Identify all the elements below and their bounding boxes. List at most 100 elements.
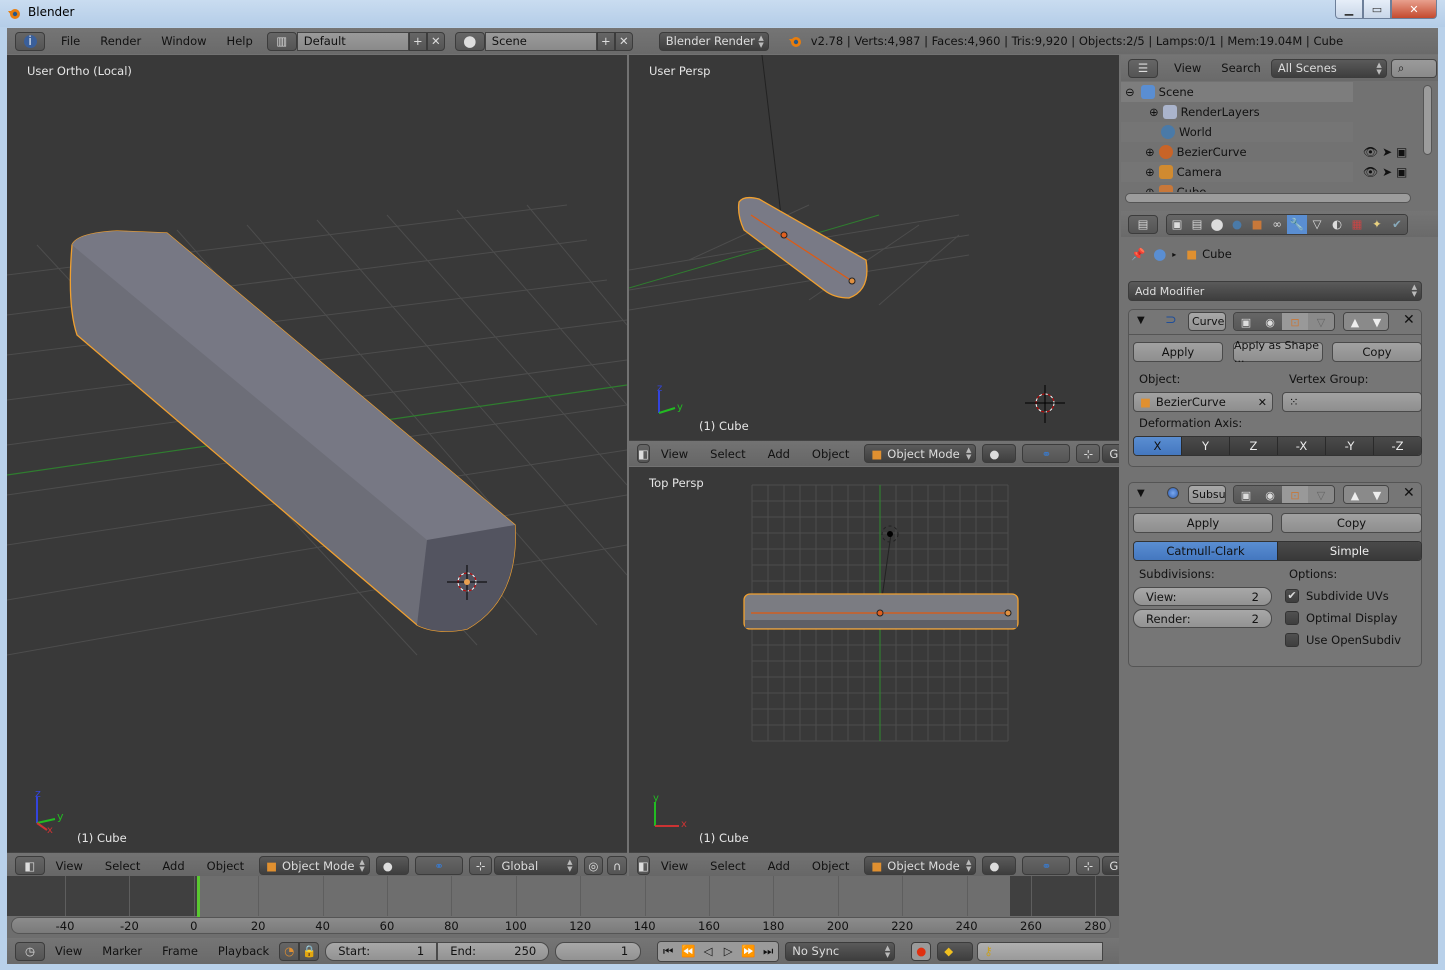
move-down-button[interactable]: ▼ bbox=[1366, 486, 1388, 503]
shading-dropdown[interactable]: ● bbox=[375, 856, 410, 875]
outliner-horizontal-scrollbar[interactable] bbox=[1125, 193, 1411, 203]
scene-name-field[interactable]: Scene bbox=[484, 31, 597, 51]
layout-name-field[interactable]: Default bbox=[296, 31, 409, 51]
menu-view[interactable]: View bbox=[650, 859, 699, 873]
outliner-item-scene[interactable]: ⊖ Scene bbox=[1121, 82, 1353, 102]
outliner-item-camera[interactable]: ⊕ Camera bbox=[1121, 162, 1353, 182]
manipulator-toggle[interactable]: ⊹ bbox=[1076, 856, 1101, 875]
next-keyframe-button[interactable]: ⏩ bbox=[738, 941, 759, 961]
axis-neg-z[interactable]: -Z bbox=[1374, 437, 1421, 455]
apply-button[interactable]: Apply bbox=[1133, 513, 1273, 533]
copy-button[interactable]: Copy bbox=[1332, 342, 1422, 362]
scene-selector-button[interactable]: ⬤ bbox=[454, 31, 485, 51]
shading-dropdown[interactable]: ● bbox=[982, 444, 1017, 463]
menu-select[interactable]: Select bbox=[94, 859, 151, 873]
lock-range-toggle[interactable]: 🔒 bbox=[299, 941, 320, 961]
pivot-dropdown[interactable]: ⚭ bbox=[1022, 444, 1071, 463]
outliner-item-beziercurve[interactable]: ⊕ BezierCurve bbox=[1121, 142, 1353, 162]
editor-type-button[interactable]: ◧ bbox=[637, 856, 650, 875]
mode-dropdown[interactable]: ■ Object Mode ▲ ▼ bbox=[864, 444, 977, 463]
pivot-dropdown[interactable]: ⚭ bbox=[415, 856, 463, 875]
tab-texture[interactable]: ▦ bbox=[1347, 214, 1367, 234]
remove-modifier-icon[interactable]: ✕ bbox=[1403, 485, 1415, 501]
orientation-dropdown[interactable]: Global bbox=[1102, 856, 1119, 875]
move-up-button[interactable]: ▲ bbox=[1344, 486, 1366, 503]
play-reverse-button[interactable]: ◁ bbox=[698, 941, 719, 961]
add-scene-button[interactable]: + bbox=[596, 31, 615, 51]
axis-neg-x[interactable]: -X bbox=[1278, 437, 1326, 455]
remove-modifier-icon[interactable]: ✕ bbox=[1403, 312, 1415, 328]
viewport-toggle[interactable]: ◉ bbox=[1258, 313, 1282, 330]
menu-search[interactable]: Search bbox=[1211, 61, 1271, 75]
menu-select[interactable]: Select bbox=[699, 447, 756, 461]
menu-marker[interactable]: Marker bbox=[92, 944, 152, 958]
close-window-button[interactable]: ✕ bbox=[1391, 0, 1437, 19]
menu-frame[interactable]: Frame bbox=[152, 944, 208, 958]
cage-toggle[interactable]: ▽ bbox=[1308, 313, 1334, 330]
play-button[interactable]: ▷ bbox=[718, 941, 739, 961]
menu-view[interactable]: View bbox=[45, 859, 94, 873]
collapse-triangle-icon[interactable]: ▼ bbox=[1137, 315, 1145, 326]
menu-object[interactable]: Object bbox=[801, 859, 860, 873]
menu-help[interactable]: Help bbox=[217, 34, 263, 48]
select-arrow-icon[interactable]: ➤ bbox=[1382, 165, 1392, 179]
menu-view[interactable]: View bbox=[45, 944, 92, 958]
view-levels-field[interactable]: View: 2 bbox=[1133, 587, 1272, 606]
jump-end-button[interactable]: ⏭ bbox=[758, 941, 779, 961]
menu-select[interactable]: Select bbox=[699, 859, 756, 873]
modifier-name-field[interactable]: Curve bbox=[1188, 312, 1226, 331]
outliner-item-cube[interactable]: ⊕ Cube bbox=[1121, 182, 1353, 192]
render-levels-field[interactable]: Render: 2 bbox=[1133, 609, 1272, 628]
render-toggle[interactable]: ▣ bbox=[1234, 313, 1258, 330]
axis-z[interactable]: Z bbox=[1230, 437, 1278, 455]
optimal-display-checkbox[interactable] bbox=[1285, 611, 1299, 625]
menu-playback[interactable]: Playback bbox=[208, 944, 279, 958]
menu-render[interactable]: Render bbox=[90, 34, 151, 48]
display-mode-dropdown[interactable]: All Scenes ▲ ▼ bbox=[1270, 58, 1387, 78]
tab-data[interactable]: ▽ bbox=[1307, 214, 1327, 234]
menu-add[interactable]: Add bbox=[757, 859, 801, 873]
visibility-eye-icon[interactable]: 👁 bbox=[1363, 165, 1378, 179]
menu-add[interactable]: Add bbox=[757, 447, 801, 461]
menu-window[interactable]: Window bbox=[151, 34, 216, 48]
editor-type-button[interactable]: ◧ bbox=[637, 444, 650, 463]
pivot-dropdown[interactable]: ⚭ bbox=[1022, 856, 1071, 875]
pin-icon[interactable]: 📌 bbox=[1131, 247, 1145, 261]
minimize-button[interactable]: ▁ bbox=[1335, 0, 1363, 19]
proportional-edit-button[interactable]: ◎ bbox=[583, 856, 604, 875]
object-field[interactable]: ■ BezierCurve ✕ bbox=[1133, 392, 1273, 412]
tab-render[interactable]: ▣ bbox=[1167, 214, 1187, 234]
render-camera-icon[interactable]: ▣ bbox=[1396, 165, 1407, 179]
tab-render-layers[interactable]: ▤ bbox=[1187, 214, 1207, 234]
vertex-group-field[interactable]: ⁙ bbox=[1282, 392, 1422, 412]
render-camera-icon[interactable]: ▣ bbox=[1396, 145, 1407, 159]
shading-dropdown[interactable]: ● bbox=[982, 856, 1017, 875]
apply-button[interactable]: Apply bbox=[1133, 342, 1223, 362]
sync-mode-dropdown[interactable]: No Sync ▲ ▼ bbox=[785, 941, 896, 961]
viewport-bottom-right[interactable]: yx Top Persp (1) Cube bbox=[629, 467, 1119, 852]
cage-toggle[interactable]: ▽ bbox=[1308, 486, 1334, 503]
editor-type-button[interactable]: ☰ bbox=[1128, 58, 1158, 78]
maximize-button[interactable]: ▭ bbox=[1363, 0, 1391, 19]
preview-range-toggle[interactable]: ◔ bbox=[279, 941, 300, 961]
editmode-toggle[interactable]: ⊡ bbox=[1282, 313, 1308, 330]
tab-scene[interactable]: ⬤ bbox=[1207, 214, 1227, 234]
editor-type-button[interactable]: ◧ bbox=[15, 856, 45, 875]
visibility-eye-icon[interactable]: 👁 bbox=[1363, 145, 1378, 159]
menu-file[interactable]: File bbox=[51, 34, 90, 48]
timeline-scrollbar[interactable] bbox=[11, 917, 1111, 934]
render-engine-dropdown[interactable]: Blender Render ▲ ▼ bbox=[658, 31, 769, 51]
use-opensubdiv-checkbox[interactable] bbox=[1285, 633, 1299, 647]
type-catmull-clark[interactable]: Catmull-Clark bbox=[1134, 542, 1278, 560]
tab-object[interactable]: ■ bbox=[1247, 214, 1267, 234]
apply-as-shape-button[interactable]: Apply as Shape ... bbox=[1233, 339, 1323, 365]
axis-neg-y[interactable]: -Y bbox=[1326, 437, 1374, 455]
axis-y[interactable]: Y bbox=[1182, 437, 1230, 455]
viewport-toggle[interactable]: ◉ bbox=[1258, 486, 1282, 503]
move-up-button[interactable]: ▲ bbox=[1344, 313, 1366, 330]
collapse-triangle-icon[interactable]: ▼ bbox=[1137, 488, 1145, 499]
orientation-dropdown[interactable]: Global bbox=[1102, 444, 1119, 463]
editor-type-button[interactable]: ▤ bbox=[1128, 214, 1158, 234]
mode-dropdown[interactable]: ■ Object Mode ▲ ▼ bbox=[259, 856, 370, 875]
mode-dropdown[interactable]: ■ Object Mode ▲ ▼ bbox=[864, 856, 977, 875]
